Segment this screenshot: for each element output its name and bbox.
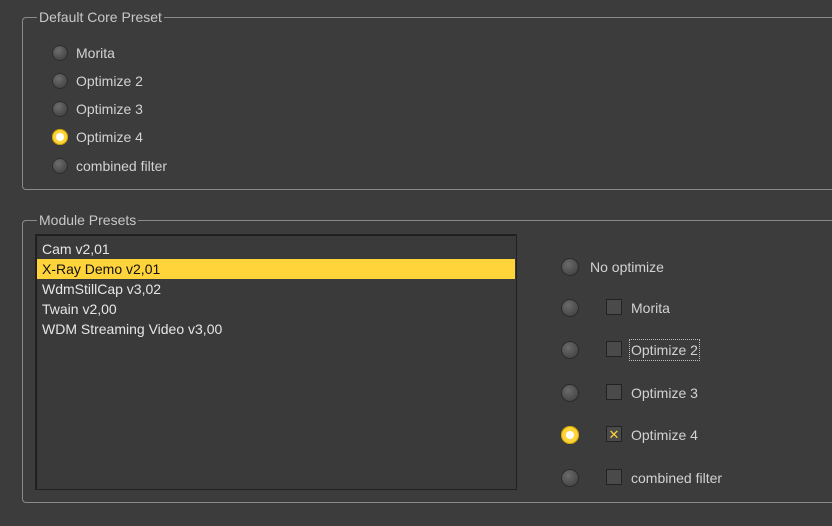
module-list[interactable]: Cam v2,01 X-Ray Demo v2,01 WdmStillCap v… <box>35 234 517 490</box>
no-optimize-option[interactable]: No optimize <box>561 257 664 277</box>
checkbox-icon[interactable] <box>606 384 622 400</box>
checkbox-checked-icon[interactable]: ✕ <box>606 426 622 442</box>
default-core-preset-title: Default Core Preset <box>37 9 164 25</box>
radio-button-checked-icon[interactable] <box>561 426 579 444</box>
module-opt-combined-filter[interactable]: combined filter <box>561 468 761 488</box>
radio-button-icon[interactable] <box>561 258 579 276</box>
checkbox-icon[interactable] <box>606 341 622 357</box>
radio-button-icon[interactable] <box>52 158 68 174</box>
core-preset-optimize-4[interactable]: Optimize 4 <box>52 128 143 146</box>
module-list-item[interactable]: WDM Streaming Video v3,00 <box>37 319 515 339</box>
module-presets-title: Module Presets <box>37 212 139 228</box>
core-preset-label: Optimize 4 <box>76 129 143 145</box>
module-opt-label: combined filter <box>631 470 723 486</box>
radio-button-icon[interactable] <box>52 45 68 61</box>
radio-button-icon[interactable] <box>561 469 579 487</box>
module-opt-label: Optimize 2 <box>629 339 700 361</box>
module-opt-label: Optimize 4 <box>631 427 698 443</box>
radio-button-icon[interactable] <box>52 73 68 89</box>
module-list-item[interactable]: WdmStillCap v3,02 <box>37 279 515 299</box>
radio-button-icon[interactable] <box>561 299 579 317</box>
core-preset-label: Optimize 2 <box>76 73 143 89</box>
radio-button-icon[interactable] <box>52 101 68 117</box>
core-preset-label: Morita <box>76 45 115 61</box>
radio-button-icon[interactable] <box>561 341 579 359</box>
core-preset-optimize-3[interactable]: Optimize 3 <box>52 100 143 118</box>
core-preset-label: Optimize 3 <box>76 101 143 117</box>
module-list-item[interactable]: Cam v2,01 <box>37 239 515 259</box>
module-list-item-selected[interactable]: X-Ray Demo v2,01 <box>37 259 515 279</box>
core-preset-label: combined filter <box>76 158 168 174</box>
core-preset-optimize-2[interactable]: Optimize 2 <box>52 72 143 90</box>
module-opt-label: Optimize 3 <box>631 385 698 401</box>
module-opt-optimize-4[interactable]: ✕ Optimize 4 <box>561 425 761 445</box>
radio-button-icon[interactable] <box>561 384 579 402</box>
module-opt-label: Morita <box>631 300 670 316</box>
core-preset-morita[interactable]: Morita <box>52 44 115 62</box>
module-opt-morita[interactable]: Morita <box>561 298 761 318</box>
module-list-item[interactable]: Twain v2,00 <box>37 299 515 319</box>
core-preset-combined-filter[interactable]: combined filter <box>52 157 167 175</box>
module-opt-optimize-3[interactable]: Optimize 3 <box>561 383 761 403</box>
checkbox-icon[interactable] <box>606 469 622 485</box>
module-opt-optimize-2[interactable]: Optimize 2 <box>561 339 761 361</box>
radio-button-checked-icon[interactable] <box>52 129 68 145</box>
no-optimize-label: No optimize <box>590 259 664 275</box>
checkbox-icon[interactable] <box>606 299 622 315</box>
